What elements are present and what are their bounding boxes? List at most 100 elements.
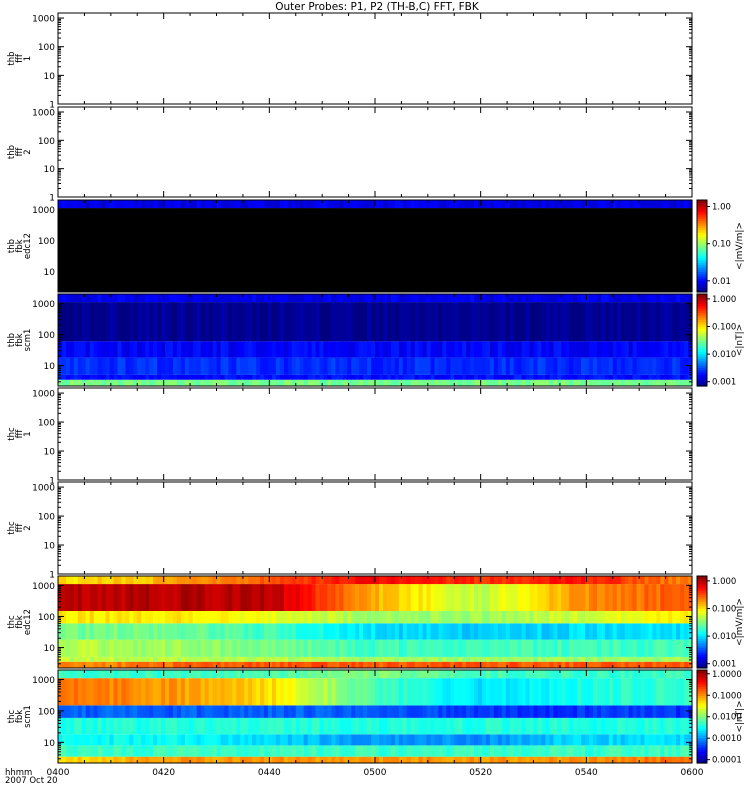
heatmap-cell — [537, 302, 543, 342]
heatmap-cell — [125, 734, 130, 746]
heatmap-cell — [549, 623, 554, 640]
heatmap-cell — [386, 623, 392, 640]
heatmap-cell — [268, 639, 273, 657]
heatmap-cell — [624, 734, 630, 746]
heatmap-cell — [77, 357, 83, 375]
panel-thb-fbk-edc12: 0.010.101.00<|mV/m|>101001000thbfbkedc12 — [7, 199, 745, 293]
heatmap-cell — [244, 717, 249, 735]
heatmap-cell — [188, 639, 194, 657]
heatmap-cell — [121, 661, 126, 668]
heatmap-cell — [676, 610, 681, 624]
heatmap-cell — [137, 200, 142, 209]
heatmap-cell — [248, 717, 253, 735]
heatmap-cell — [446, 379, 451, 386]
heatmap-cell — [315, 656, 321, 662]
heatmap-cell — [65, 341, 71, 358]
heatmap-cell — [113, 623, 119, 640]
heatmap-cell — [121, 623, 126, 640]
heatmap-cell — [553, 208, 558, 292]
heatmap-cell — [367, 670, 372, 679]
heatmap-cell — [105, 374, 111, 380]
heatmap-cell — [260, 661, 265, 668]
heatmap-cell — [545, 656, 550, 662]
heatmap-cell — [462, 656, 467, 662]
heatmap-cell — [676, 379, 681, 386]
heatmap-cell — [676, 208, 681, 292]
heatmap-cell — [77, 756, 83, 763]
heatmap-cell — [418, 208, 424, 292]
heatmap-cell — [640, 294, 646, 303]
heatmap-cell — [335, 584, 340, 611]
heatmap-cell — [149, 576, 154, 585]
heatmap-cell — [569, 623, 574, 640]
heatmap-cell — [577, 756, 582, 763]
heatmap-cell — [145, 734, 150, 746]
heatmap-cell — [335, 610, 340, 624]
heatmap-cell — [323, 208, 329, 292]
heatmap-cell — [430, 374, 436, 380]
heatmap-cell — [279, 341, 285, 358]
heatmap-cell — [517, 756, 523, 763]
heatmap-cell — [684, 302, 689, 342]
panel-frame — [57, 387, 693, 481]
heatmap-cell — [164, 670, 170, 679]
heatmap-cell — [565, 374, 570, 380]
heatmap-cell — [93, 756, 99, 763]
heatmap-cell — [398, 639, 404, 657]
heatmap-cell — [517, 678, 523, 706]
heatmap-cell — [470, 717, 475, 735]
heatmap-cell — [478, 341, 483, 358]
heatmap-cell — [129, 734, 134, 746]
heatmap-cell — [581, 705, 586, 718]
heatmap-cell — [204, 705, 210, 718]
heatmap-cell — [541, 374, 546, 380]
heatmap-cell — [648, 610, 653, 624]
heatmap-cell — [533, 302, 539, 342]
heatmap-cell — [533, 678, 539, 706]
heatmap-cell — [65, 661, 71, 668]
heatmap-cell — [327, 610, 333, 624]
heatmap-cell — [573, 576, 578, 585]
heatmap-cell — [252, 357, 257, 375]
heatmap-cell — [402, 576, 408, 585]
heatmap-cell — [426, 656, 432, 662]
heatmap-cell — [446, 357, 451, 375]
heatmap-cell — [105, 294, 111, 303]
heatmap-cell — [644, 717, 650, 735]
heatmap-cell — [315, 584, 321, 611]
heatmap-cell — [240, 678, 245, 706]
heatmap-cell — [577, 294, 582, 303]
heatmap-cell — [61, 734, 67, 746]
heatmap-cell — [509, 661, 515, 668]
heatmap-cell — [577, 374, 582, 380]
heatmap-cell — [93, 745, 99, 757]
heatmap-cell — [275, 341, 281, 358]
heatmap-cell — [410, 717, 416, 735]
heatmap-cell — [339, 717, 344, 735]
heatmap-cell — [93, 357, 99, 375]
colorbar-tick-label: 1.00 — [712, 203, 731, 213]
heatmap-cell — [359, 341, 364, 358]
heatmap-cell — [497, 576, 503, 585]
heatmap-cell — [485, 661, 491, 668]
heatmap-cell — [153, 357, 158, 375]
heatmap-cell — [279, 717, 285, 735]
heatmap-cell — [537, 661, 543, 668]
heatmap-cell — [549, 756, 554, 763]
heatmap-cell — [303, 745, 309, 757]
heatmap-cell — [192, 294, 198, 303]
heatmap-cell — [541, 302, 546, 342]
heatmap-cell — [406, 670, 412, 679]
heatmap-cell — [648, 661, 653, 668]
y-tick-label: 10 — [44, 644, 56, 654]
heatmap-cell — [200, 670, 206, 679]
heatmap-cell — [470, 584, 475, 611]
heatmap-cell — [668, 639, 673, 657]
heatmap-cell — [664, 208, 669, 292]
heatmap-cell — [208, 302, 214, 342]
heatmap-cell — [485, 639, 491, 657]
heatmap-cell — [505, 341, 511, 358]
heatmap-cell — [283, 208, 289, 292]
heatmap-cell — [73, 656, 79, 662]
heatmap-cell — [260, 341, 265, 358]
